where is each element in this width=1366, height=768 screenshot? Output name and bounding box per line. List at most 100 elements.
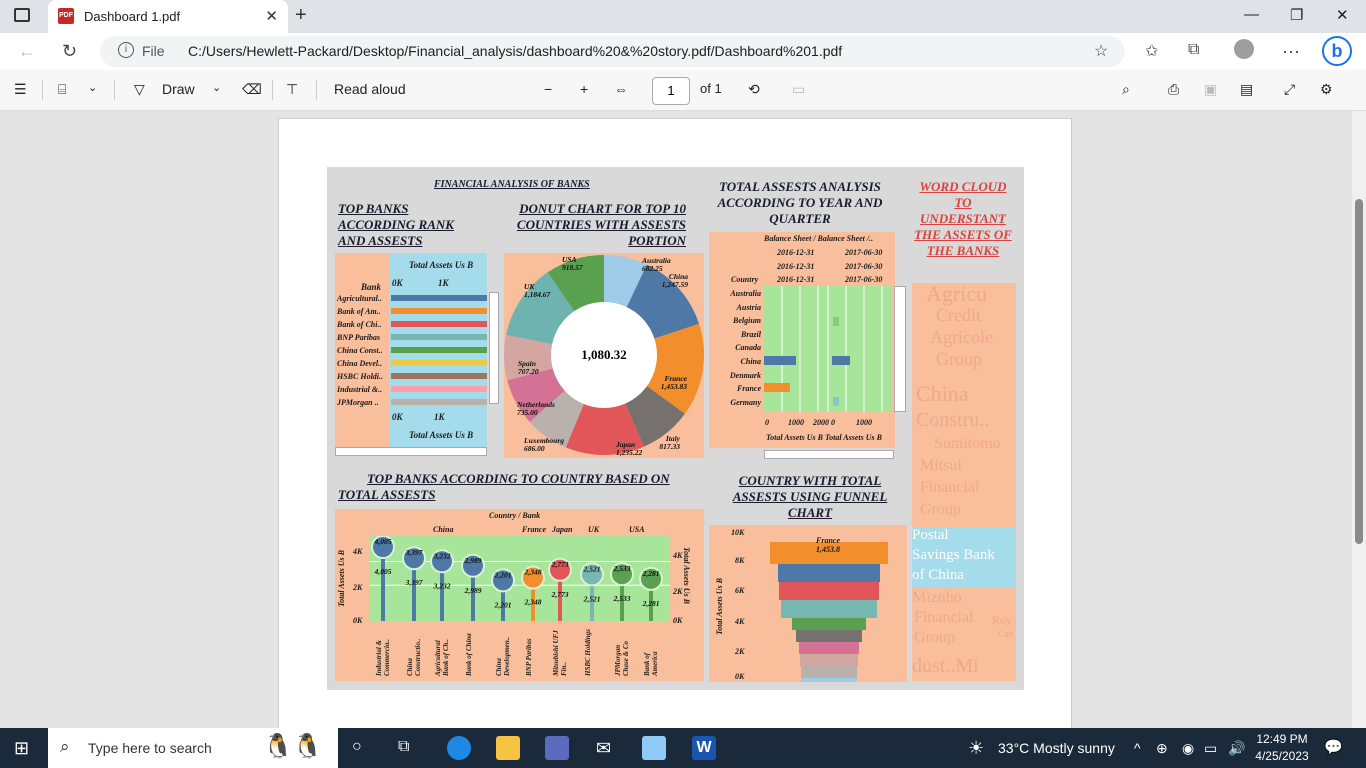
eraser-icon[interactable]: ⌫ [242, 81, 262, 98]
funnel-segment[interactable] [796, 630, 862, 642]
taskbar-search-box[interactable]: ⌕ Type here to search 🐧🐧 [48, 728, 338, 768]
wordcloud-word[interactable]: Sumitomo [934, 435, 1001, 453]
notification-icon[interactable]: 💬 [1324, 738, 1343, 756]
vertical-scrollbar[interactable] [1352, 111, 1366, 728]
draw-button[interactable]: Draw [162, 81, 195, 97]
more-menu-icon[interactable]: ··· [1282, 41, 1300, 62]
back-arrow-icon[interactable]: ← [18, 41, 36, 62]
divider [114, 80, 115, 100]
word-app-icon[interactable]: W [692, 736, 716, 760]
snip-app-icon[interactable] [642, 736, 666, 760]
fit-page-icon[interactable]: ⇔ [614, 81, 628, 97]
wordcloud-word[interactable]: Group [914, 629, 955, 647]
save-as-icon[interactable]: ▤ [1240, 81, 1253, 98]
draw-icon[interactable]: ▽ [134, 81, 145, 98]
wordcloud-word[interactable]: Group [936, 349, 982, 370]
total-assets-title: TOTAL ASSESTS ANALYSIS ACCORDING TO YEAR… [717, 179, 883, 226]
add-favorite-icon[interactable]: ☆ [1094, 41, 1108, 61]
search-icon[interactable]: ⌕ [1122, 81, 1130, 98]
wordcloud-word[interactable]: Group [920, 501, 961, 519]
funnel-segment[interactable] [778, 564, 880, 582]
wordcloud-word[interactable]: Agricole [930, 327, 993, 348]
rotate-icon[interactable]: ⟲ [748, 81, 760, 98]
zoom-in-icon[interactable]: + [580, 81, 588, 97]
edge-app-icon[interactable] [447, 736, 471, 760]
wordcloud-word[interactable]: Postal [912, 527, 949, 544]
page-number-input[interactable]: 1 [652, 77, 690, 105]
page-view-icon[interactable]: ▭ [792, 81, 805, 98]
new-tab-button[interactable]: + [295, 4, 307, 27]
battery-icon[interactable]: ▭ [1204, 740, 1217, 757]
bank-label: China Const.. [337, 346, 383, 355]
wordcloud-word[interactable]: Financial [920, 479, 980, 497]
heatmap-hscrollbar[interactable] [764, 450, 894, 459]
funnel-segment[interactable] [779, 582, 879, 600]
camera-icon[interactable]: ◉ [1182, 740, 1194, 757]
refresh-icon[interactable]: ↻ [62, 41, 77, 62]
tab-dashboard-pdf[interactable]: PDF Dashboard 1.pdf ✕ [48, 0, 288, 33]
print-icon[interactable]: ⎙ [1168, 81, 1179, 98]
fullscreen-icon[interactable]: ⤢ [1284, 81, 1295, 98]
funnel-segment[interactable] [792, 618, 866, 630]
clock-date[interactable]: 4/25/2023 [1254, 749, 1310, 763]
task-view-icon[interactable]: ⧉ [398, 738, 409, 756]
settings-gear-icon[interactable]: ⚙ [1320, 81, 1333, 98]
wordcloud-word[interactable]: Agricu [926, 283, 987, 307]
restore-button[interactable]: ❐ [1290, 6, 1303, 24]
heatmap-scrollbar[interactable] [894, 286, 906, 412]
cortana-icon[interactable]: ○ [352, 738, 362, 756]
tray-chevron-icon[interactable]: ^ [1134, 740, 1141, 756]
funnel-segment[interactable] [800, 654, 858, 666]
zoom-out-icon[interactable]: − [544, 81, 552, 97]
store-icon[interactable] [545, 736, 569, 760]
clock-time[interactable]: 12:49 PM [1256, 732, 1308, 746]
wordcloud-word[interactable]: Roy [992, 613, 1012, 628]
read-aloud-button[interactable]: Read aloud [334, 81, 406, 97]
chevron-down-icon[interactable]: ⌄ [212, 81, 221, 94]
bing-icon[interactable]: b [1322, 36, 1352, 66]
volume-icon[interactable]: 🔊 [1228, 740, 1245, 757]
donut-label-value: 1,453.83 [661, 382, 688, 391]
funnel-segment[interactable] [799, 642, 859, 654]
funnel-segment[interactable] [781, 600, 877, 618]
wordcloud-word[interactable]: Constru.. [916, 409, 989, 432]
info-icon[interactable]: i [118, 42, 134, 58]
text-icon[interactable]: ⊤ [286, 81, 298, 98]
bank-scrollbar[interactable] [489, 292, 499, 404]
contents-icon[interactable]: ☰ [14, 81, 27, 98]
wordcloud-word[interactable]: Financial [914, 609, 974, 627]
wordcloud-word[interactable]: Credit [936, 305, 981, 326]
weather-icon[interactable]: ☀ [968, 738, 984, 759]
scroll-thumb[interactable] [1355, 199, 1363, 544]
profile-avatar[interactable] [1234, 39, 1254, 59]
close-window-button[interactable]: ✕ [1336, 6, 1349, 24]
tab-actions-icon[interactable] [14, 8, 30, 22]
bank-label: Bank of Am.. [337, 307, 381, 316]
network-icon[interactable]: ⊕ [1156, 740, 1168, 757]
file-explorer-icon[interactable] [496, 736, 520, 760]
wordcloud-word[interactable]: China [916, 381, 969, 407]
funnel-segment[interactable] [801, 666, 857, 678]
windows-start-icon[interactable]: ⊞ [14, 738, 29, 759]
wordcloud-word[interactable]: dust..Mi [912, 655, 979, 678]
favorites-icon[interactable]: ✩ [1145, 41, 1158, 61]
weather-text[interactable]: 33°C Mostly sunny [998, 740, 1115, 756]
tab-close-icon[interactable]: ✕ [265, 7, 278, 25]
bank-hscrollbar[interactable] [335, 447, 487, 456]
highlight-icon[interactable]: ⌸ [58, 81, 66, 98]
wordcloud-word[interactable]: Can [998, 629, 1014, 640]
save-icon[interactable]: ▣ [1204, 81, 1217, 98]
wordcloud-word[interactable]: of China [912, 567, 964, 584]
url-text[interactable]: C:/Users/Hewlett-Packard/Desktop/Financi… [188, 43, 842, 59]
donut-label-value: 817.33 [659, 442, 680, 451]
chevron-down-icon[interactable]: ⌄ [88, 81, 97, 94]
minimize-button[interactable]: — [1244, 6, 1259, 23]
wordcloud-word[interactable]: Mitsui [920, 457, 962, 475]
donut-label-value: 1,184.67 [524, 290, 551, 299]
mail-icon[interactable]: ✉ [596, 738, 611, 759]
bank-label: BNP Paribas [337, 333, 381, 342]
funnel-segment[interactable] [801, 678, 857, 690]
collections-icon[interactable]: ⧉ [1188, 41, 1199, 59]
wordcloud-word[interactable]: Savings Bank [912, 547, 995, 564]
wordcloud-word[interactable]: Mizuho [912, 589, 962, 607]
